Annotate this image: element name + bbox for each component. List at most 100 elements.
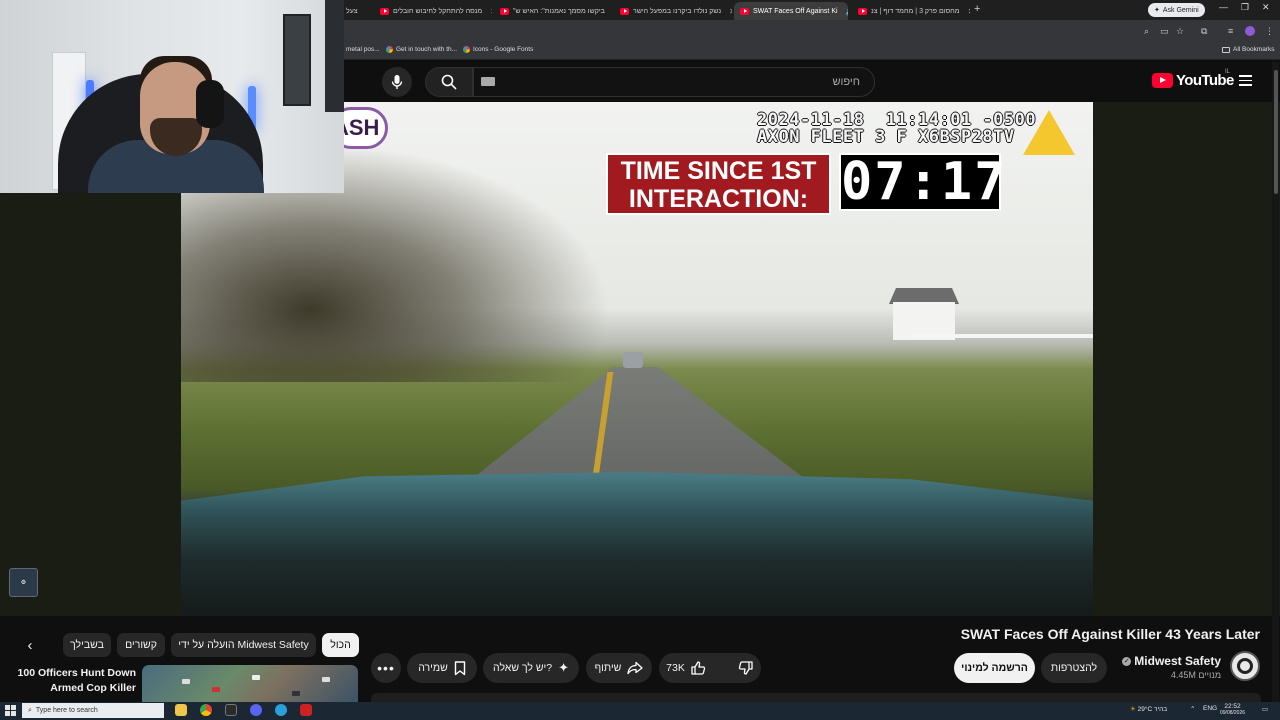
ask-gemini-button[interactable]: ✦ Ask Gemini bbox=[1148, 3, 1205, 17]
more-actions-button[interactable]: ••• bbox=[371, 653, 401, 683]
bookmark-item[interactable]: metal pos... bbox=[346, 46, 380, 53]
bodycam-timestamp: 2024-11-18 11:14:01 -0500 AXON FLEET 3 F… bbox=[757, 112, 1036, 146]
extensions-icon[interactable]: ⧉ bbox=[1201, 26, 1207, 37]
subscribe-button[interactable]: הרשמה למינוי bbox=[954, 653, 1035, 683]
hamburger-menu-icon[interactable] bbox=[1239, 75, 1252, 86]
chevron-left-icon[interactable]: ‹ bbox=[20, 636, 40, 656]
browser-tab[interactable]: מחסום פרק 3 | מחמד דוף | צנ ✕ bbox=[852, 2, 970, 20]
video-title: SWAT Faces Off Against Killer 43 Years L… bbox=[960, 626, 1260, 642]
scrollbar-thumb[interactable] bbox=[1274, 70, 1278, 194]
ask-gemini-label: Ask Gemini bbox=[1162, 6, 1199, 14]
webcam-headset bbox=[196, 80, 224, 128]
taskbar-search-placeholder: Type here to search bbox=[35, 707, 98, 714]
like-button[interactable]: 73K bbox=[656, 660, 716, 676]
like-dislike-group: 73K bbox=[659, 653, 761, 683]
search-button[interactable] bbox=[425, 67, 473, 97]
recommendation-thumbnail[interactable] bbox=[142, 665, 358, 703]
close-icon[interactable]: ✕ bbox=[968, 7, 970, 16]
keyboard-icon[interactable] bbox=[481, 77, 495, 86]
browser-tab[interactable]: מנסה להתחקל לחיבוש חובלים ✕ bbox=[374, 2, 492, 20]
youtube-logo[interactable]: YouTube bbox=[1152, 72, 1234, 89]
bookmark-item[interactable]: Icons - Google Fonts bbox=[463, 46, 533, 53]
telegram-icon[interactable] bbox=[275, 704, 287, 716]
translate-icon[interactable]: ≡ bbox=[1228, 26, 1233, 36]
close-icon[interactable]: ✕ bbox=[490, 7, 492, 16]
weather-widget[interactable]: ☀ 29°C בהיר bbox=[1130, 705, 1167, 713]
cast-icon[interactable]: ▭ bbox=[1160, 26, 1169, 37]
all-bookmarks-label: All Bookmarks bbox=[1233, 46, 1275, 53]
tab-label: מנסה להתחקל לחיבוש חובלים bbox=[393, 7, 483, 15]
all-bookmarks[interactable]: All Bookmarks bbox=[1222, 46, 1275, 53]
notifications-icon[interactable]: ▭ bbox=[1262, 705, 1268, 713]
zoom-icon[interactable]: ⌕ bbox=[1144, 26, 1149, 37]
chevron-up-icon[interactable]: ⌃ bbox=[1190, 705, 1195, 713]
video-scene-fence bbox=[911, 334, 1093, 338]
clock[interactable]: 22:52 09/08/2026 bbox=[1220, 703, 1245, 717]
bookmark-label: Icons - Google Fonts bbox=[473, 46, 534, 53]
google-icon bbox=[386, 46, 393, 53]
save-button[interactable]: שמירה bbox=[407, 653, 477, 683]
browser-tab-active[interactable]: SWAT Faces Off Against Ki 🔊 ✕ bbox=[734, 2, 848, 20]
chip-related[interactable]: קשורים bbox=[117, 633, 165, 657]
windows-start-icon[interactable] bbox=[5, 705, 16, 716]
menu-icon[interactable]: ⋮ bbox=[1265, 26, 1274, 37]
chip-uploaded-by[interactable]: הועלה על ידי Midwest Safety bbox=[171, 633, 316, 657]
description-box[interactable] bbox=[371, 693, 1261, 702]
language-indicator[interactable]: ENG bbox=[1203, 705, 1217, 712]
thumbs-down-icon bbox=[738, 661, 753, 675]
tab-label: מחסום פרק 3 | מחמד דוף | צנ bbox=[871, 7, 960, 15]
thumbs-up-icon bbox=[691, 661, 706, 675]
terminal-icon[interactable] bbox=[225, 704, 237, 716]
channel-name: Midwest Safety bbox=[1134, 654, 1221, 668]
microphone-icon bbox=[391, 75, 403, 89]
screen: צעל מנסה להתחקל לחיבוש חובלים ✕ "ביקשו מ… bbox=[0, 0, 1280, 720]
device-id-line: AXON FLEET 3 F X6BSP28TV bbox=[757, 127, 1015, 147]
country-code: IL bbox=[1225, 69, 1231, 75]
like-count: 73K bbox=[666, 662, 685, 674]
bookmark-label: metal pos... bbox=[346, 46, 380, 53]
dislike-button[interactable] bbox=[728, 660, 764, 676]
minimize-icon[interactable]: — bbox=[1219, 2, 1228, 12]
file-explorer-icon[interactable] bbox=[175, 704, 187, 716]
discord-icon[interactable] bbox=[250, 704, 262, 716]
weather-icon: ☀ bbox=[1130, 706, 1136, 713]
thumbnail-car bbox=[322, 677, 330, 682]
close-icon[interactable]: ✕ bbox=[729, 7, 732, 16]
video-scene-car-hood bbox=[181, 472, 1093, 616]
search-input[interactable]: חיפוש bbox=[473, 67, 875, 97]
channel-watermark-icon[interactable]: ⚙ bbox=[9, 568, 38, 597]
bookmark-item[interactable]: Get in touch with th... bbox=[386, 46, 457, 53]
star-icon[interactable]: ☆ bbox=[1176, 26, 1184, 37]
channel-name-row[interactable]: ✓ Midwest Safety bbox=[1122, 654, 1221, 668]
save-label: שמירה bbox=[418, 662, 448, 674]
taskbar-search-input[interactable]: ⌕ Type here to search bbox=[22, 703, 164, 718]
browser-tab[interactable]: נשק נולדו ביקרנו במפעל הישר ✕ bbox=[614, 2, 732, 20]
webcam-wall-picture bbox=[283, 14, 311, 106]
streamer-webcam bbox=[0, 0, 344, 193]
chrome-icon[interactable] bbox=[200, 704, 212, 716]
speaker-icon[interactable]: 🔊 bbox=[846, 7, 848, 16]
chip-for-you[interactable]: בשבילך bbox=[63, 633, 111, 657]
share-label: שיתוף bbox=[594, 662, 622, 674]
youtube-favicon-icon bbox=[500, 7, 509, 15]
youtube-favicon-icon bbox=[740, 7, 749, 15]
close-window-icon[interactable]: ✕ bbox=[1262, 2, 1270, 13]
sparkle-icon: ✦ bbox=[558, 660, 569, 675]
new-tab-button[interactable]: + bbox=[974, 3, 980, 15]
share-button[interactable]: שיתוף bbox=[586, 653, 652, 683]
youtube-favicon-icon bbox=[620, 7, 629, 15]
recorder-icon[interactable] bbox=[300, 704, 312, 716]
profile-avatar[interactable] bbox=[1245, 26, 1255, 36]
restore-icon[interactable]: ❐ bbox=[1241, 2, 1249, 13]
chip-all[interactable]: הכול bbox=[322, 633, 359, 657]
folder-icon bbox=[1222, 46, 1230, 53]
thumbnail-car bbox=[292, 691, 300, 696]
interaction-label: TIME SINCE 1ST INTERACTION: bbox=[606, 153, 831, 215]
browser-tab[interactable]: "ביקשו מסמך נאמנות": האיש ש ✕ bbox=[494, 2, 612, 20]
interaction-timer: 07:17 bbox=[839, 152, 1008, 212]
join-button[interactable]: להצטרפות bbox=[1041, 653, 1107, 683]
voice-search-button[interactable] bbox=[382, 67, 412, 97]
ask-button[interactable]: יש לך שאלה? ✦ bbox=[483, 653, 579, 683]
channel-avatar[interactable] bbox=[1230, 651, 1260, 681]
recommendation-title[interactable]: 100 Officers Hunt Down Armed Cop Killer bbox=[6, 666, 136, 696]
